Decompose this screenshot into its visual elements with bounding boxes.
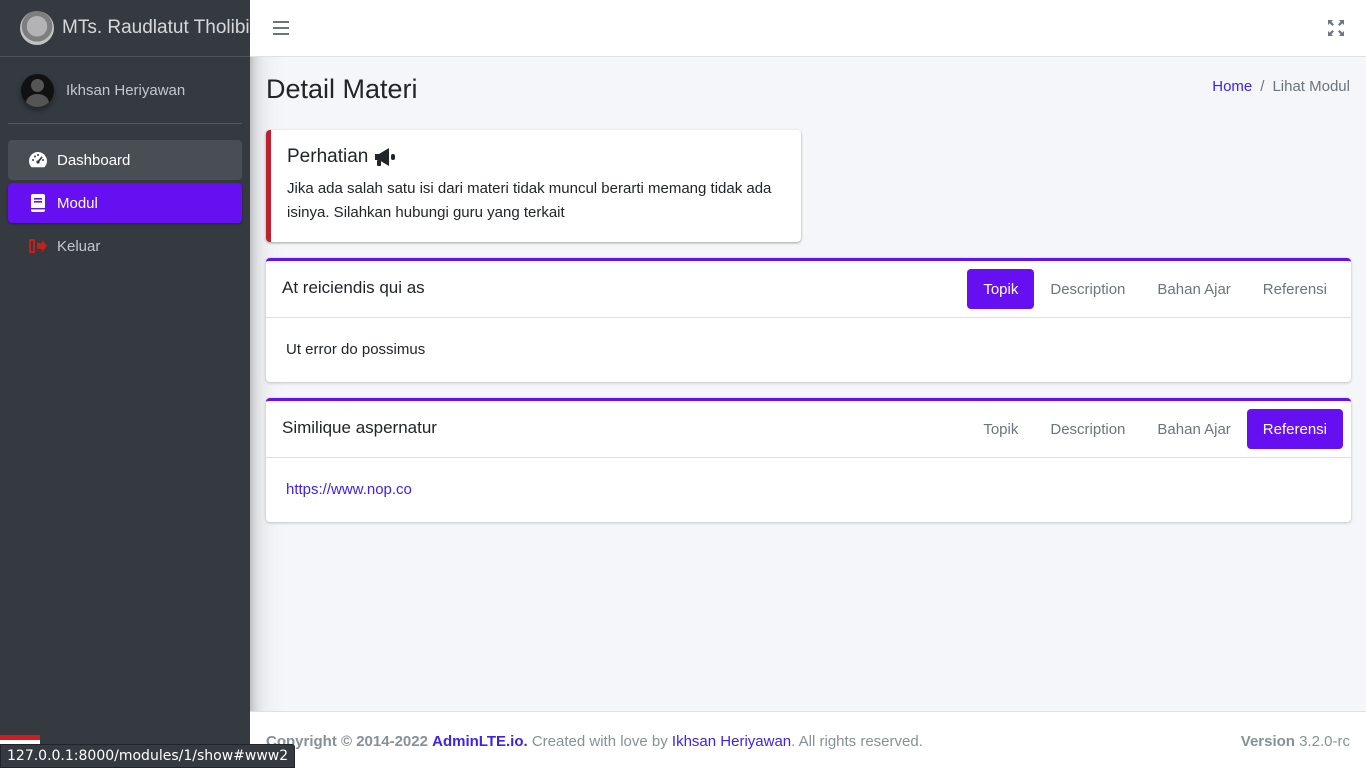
callout-text: Jika ada salah satu isi dari materi tida…: [287, 180, 772, 221]
author-link[interactable]: Ikhsan Heriyawan: [672, 733, 791, 750]
card-tabs: Topik Description Bahan Ajar Referensi: [967, 409, 1343, 449]
sidebar-nav: Dashboard Modul Keluar: [0, 124, 250, 266]
tab-referensi[interactable]: Referensi: [1247, 269, 1343, 309]
tab-bahan-ajar[interactable]: Bahan Ajar: [1141, 269, 1246, 309]
tab-description[interactable]: Description: [1034, 269, 1141, 309]
card-body: https://www.nop.co: [266, 458, 1351, 522]
callout-title: Perhatian: [287, 146, 785, 168]
sidebar-item-label: Keluar: [57, 237, 101, 255]
breadcrumb: Home / Lihat Modul: [1212, 78, 1350, 95]
adminlte-link[interactable]: AdminLTE.io.: [432, 733, 528, 750]
breadcrumb-separator: /: [1260, 78, 1265, 95]
card-title: Similique aspernatur: [282, 418, 437, 437]
callout-title-text: Perhatian: [287, 146, 369, 167]
breadcrumb-current: Lihat Modul: [1272, 78, 1350, 95]
breadcrumb-home[interactable]: Home: [1212, 78, 1252, 95]
card-body: Ut error do possimus: [266, 318, 1351, 382]
materi-card-1: At reiciendis qui as Topik Description B…: [266, 258, 1351, 382]
tab-topik[interactable]: Topik: [967, 409, 1034, 449]
card-header: Similique aspernatur Topik Description B…: [266, 401, 1351, 458]
top-navbar: [250, 0, 1366, 57]
footer-version: Version 3.2.0-rc: [1241, 733, 1350, 750]
created-by-text: Created with love by: [531, 733, 668, 750]
card-header: At reiciendis qui as Topik Description B…: [266, 261, 1351, 318]
card-title: At reiciendis qui as: [282, 278, 425, 297]
page-title: Detail Materi: [266, 74, 418, 104]
sidebar-item-dashboard[interactable]: Dashboard: [8, 140, 242, 180]
content-wrapper: Detail Materi Home / Lihat Modul Perhati…: [250, 57, 1366, 711]
referensi-link[interactable]: https://www.nop.co: [286, 481, 412, 498]
card-tabs: Topik Description Bahan Ajar Referensi: [967, 269, 1343, 309]
menu-toggle-icon[interactable]: [273, 21, 289, 35]
brand-link[interactable]: MTs. Raudlatut Tholibin: [0, 0, 250, 57]
main-sidebar: MTs. Raudlatut Tholibin Ikhsan Heriyawan…: [0, 0, 250, 768]
user-name[interactable]: Ikhsan Heriyawan: [66, 82, 185, 99]
topik-content: Ut error do possimus: [286, 341, 426, 358]
rights-text: . All rights reserved.: [791, 733, 923, 750]
version-label: Version: [1240, 733, 1295, 750]
book-icon: [26, 194, 50, 212]
tab-description[interactable]: Description: [1034, 409, 1141, 449]
tab-topik[interactable]: Topik: [967, 269, 1035, 309]
fullscreen-icon[interactable]: [1328, 20, 1344, 36]
tab-referensi[interactable]: Referensi: [1246, 409, 1343, 449]
tachometer-icon: [26, 151, 50, 169]
sidebar-item-modul[interactable]: Modul: [8, 183, 242, 223]
tab-bahan-ajar[interactable]: Bahan Ajar: [1141, 409, 1246, 449]
school-logo-icon: [20, 11, 54, 45]
version-number: 3.2.0-rc: [1299, 733, 1350, 750]
sidebar-item-keluar[interactable]: Keluar: [8, 226, 242, 266]
user-avatar: [21, 73, 54, 107]
footer-copyright: Copyright © 2014-2022 AdminLTE.io. Creat…: [266, 733, 923, 750]
sidebar-item-label: Dashboard: [57, 151, 131, 169]
sign-out-icon: [26, 238, 50, 254]
user-panel: Ikhsan Heriyawan: [8, 57, 242, 124]
bullhorn-icon: [373, 147, 397, 167]
warning-callout: Perhatian Jika ada salah satu isi dari m…: [266, 130, 801, 242]
brand-name: MTs. Raudlatut Tholibin: [62, 17, 250, 38]
materi-card-2: Similique aspernatur Topik Description B…: [266, 398, 1351, 522]
status-bar-url: 127.0.0.1:8000/modules/1/show#www2: [0, 744, 296, 768]
sidebar-item-label: Modul: [57, 194, 98, 212]
main-footer: Copyright © 2014-2022 AdminLTE.io. Creat…: [250, 711, 1366, 768]
